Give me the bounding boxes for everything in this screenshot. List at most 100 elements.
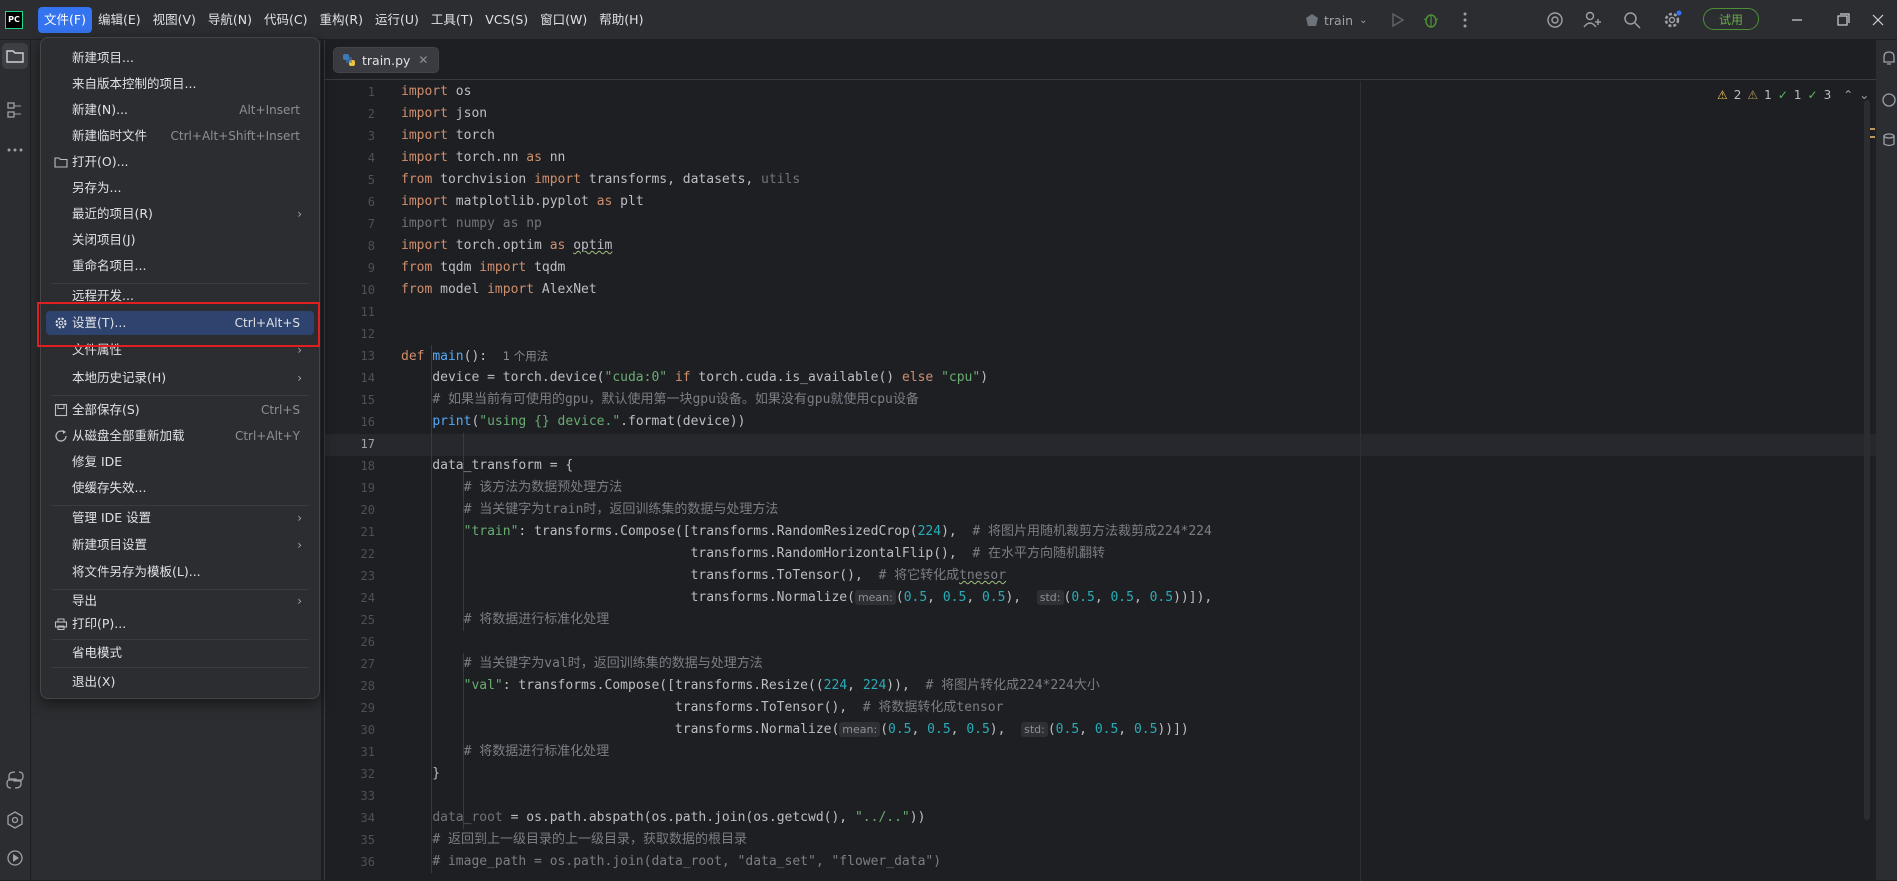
menu-window[interactable]: 窗口(W): [534, 7, 593, 33]
chevron-right-icon: ›: [297, 371, 302, 385]
ai-chat-icon[interactable]: [1881, 92, 1897, 108]
editor-scrollbar[interactable]: [1864, 100, 1870, 820]
menu-item-recent-projects[interactable]: 最近的项目(R) ›: [46, 202, 314, 226]
code-line: # 当关键字为train时，返回训练集的数据与处理方法: [463, 502, 779, 517]
line-number: 13: [360, 349, 375, 363]
code-line: data_root = os.path.abspath(os.path.join…: [432, 810, 926, 825]
menu-file[interactable]: 文件(F): [38, 7, 92, 33]
line-number: 6: [367, 195, 375, 209]
run-icon[interactable]: [1387, 10, 1407, 30]
line-number: 18: [360, 459, 375, 473]
structure-icon[interactable]: [5, 100, 25, 120]
menu-vcs[interactable]: VCS(S): [479, 7, 534, 33]
code-line: transforms.ToTensor(), # 将它转化成tnesor: [401, 568, 1007, 583]
services-icon[interactable]: [5, 810, 25, 830]
restore-icon[interactable]: [1833, 10, 1853, 30]
project-folder-icon[interactable]: [5, 46, 25, 66]
code-line: import torch: [401, 128, 495, 143]
notifications-bell-icon[interactable]: [1881, 50, 1897, 66]
tab-close-icon[interactable]: ✕: [418, 53, 428, 67]
menu-item-reload-from-disk[interactable]: 从磁盘全部重新加载 Ctrl+Alt+Y: [46, 424, 314, 448]
menu-item-open[interactable]: 打开(O)...: [46, 150, 314, 174]
search-icon[interactable]: [1622, 10, 1642, 30]
line-number: 21: [360, 525, 375, 539]
menu-item-save-all[interactable]: 全部保存(S) Ctrl+S: [46, 398, 314, 422]
menu-item-new-scratch-file[interactable]: 新建临时文件 Ctrl+Alt+Shift+Insert: [46, 124, 314, 148]
tab-label: train.py: [362, 52, 411, 68]
code-line: import torch.nn as nn: [401, 150, 566, 165]
left-tool-strip: [0, 40, 31, 880]
line-number: 7: [367, 217, 375, 231]
menu-item-repair-ide[interactable]: 修复 IDE: [46, 450, 314, 474]
code-line: import os: [401, 84, 472, 99]
close-icon[interactable]: [1868, 10, 1888, 30]
code-line: from tqdm import tqdm: [401, 260, 566, 275]
code-editor[interactable]: import os import json import torch impor…: [401, 81, 1861, 881]
line-number: 17: [360, 437, 375, 451]
pycharm-logo-icon[interactable]: PC: [5, 11, 23, 29]
tab-train-py[interactable]: train.py ✕: [333, 47, 439, 73]
menu-tools[interactable]: 工具(T): [425, 7, 479, 33]
printer-icon: [54, 618, 68, 630]
line-number: 22: [360, 547, 375, 561]
menu-item-new-project[interactable]: 新建项目...: [46, 46, 314, 70]
menu-navigate[interactable]: 导航(N): [202, 7, 258, 33]
run-config-label: train: [1324, 12, 1354, 28]
database-icon[interactable]: [1881, 132, 1897, 148]
menu-view[interactable]: 视图(V): [147, 7, 202, 33]
ai-assistant-icon[interactable]: [1545, 10, 1565, 30]
menu-run[interactable]: 运行(U): [369, 7, 425, 33]
code-line: import matplotlib.pyplot as plt: [401, 194, 644, 209]
menu-item-print[interactable]: 打印(P)...: [46, 612, 314, 636]
gear-icon[interactable]: [1662, 10, 1682, 30]
line-number: 28: [360, 679, 375, 693]
line-number-gutter: 1 2 3 4 5 6 7 8 9 10 11 12 13 14 15 16 17 18 19 20 21 22 23 24 2…: [325, 81, 383, 881]
menu-item-export[interactable]: 导出 ›: [46, 589, 314, 613]
menu-item-save-as[interactable]: 另存为...: [46, 176, 314, 200]
line-number: 15: [360, 393, 375, 407]
run-config-selector[interactable]: train ⌄: [1305, 10, 1368, 30]
menu-code[interactable]: 代码(C): [258, 7, 313, 33]
line-number: 14: [360, 371, 375, 385]
menu-item-new-projects-setup[interactable]: 新建项目设置 ›: [46, 533, 314, 557]
menu-item-manage-ide-settings[interactable]: 管理 IDE 设置 ›: [46, 506, 314, 530]
menu-item-rename-project[interactable]: 重命名项目...: [46, 254, 314, 278]
menu-item-close-project[interactable]: 关闭项目(J): [46, 228, 314, 252]
menu-edit[interactable]: 编辑(E): [92, 7, 147, 33]
folder-icon: [54, 157, 68, 168]
menu-help[interactable]: 帮助(H): [593, 7, 649, 33]
menu-item-local-history[interactable]: 本地历史记录(H) ›: [46, 366, 314, 390]
menu-item-save-as-template[interactable]: 将文件另存为模板(L)...: [46, 560, 314, 584]
debug-icon[interactable]: [1421, 10, 1441, 30]
line-number: 9: [367, 261, 375, 275]
code-line: from model import AlexNet: [401, 282, 597, 297]
menu-item-exit[interactable]: 退出(X): [46, 670, 314, 694]
menu-item-project-from-vcs[interactable]: 来自版本控制的项目...: [46, 72, 314, 96]
code-line: "train": transforms.Compose([transforms.…: [463, 524, 1212, 539]
line-number: 23: [360, 569, 375, 583]
menu-refactor[interactable]: 重构(R): [314, 7, 369, 33]
more-tools-icon[interactable]: [5, 140, 25, 160]
title-bar: PC 文件(F) 编辑(E) 视图(V) 导航(N) 代码(C) 重构(R) 运…: [0, 0, 1897, 40]
usage-hint[interactable]: 1 个用法: [503, 349, 548, 363]
menu-item-power-save-mode[interactable]: 省电模式: [46, 641, 314, 665]
menu-item-new[interactable]: 新建(N)... Alt+Insert: [46, 98, 314, 122]
line-number: 11: [360, 305, 375, 319]
annotation-highlight-box: [37, 302, 320, 347]
trial-button[interactable]: 试用: [1703, 8, 1759, 30]
line-number: 19: [360, 481, 375, 495]
line-number: 26: [360, 635, 375, 649]
python-console-icon[interactable]: [5, 770, 25, 790]
more-actions-icon[interactable]: [1455, 10, 1475, 30]
line-number: 24: [360, 591, 375, 605]
menu-item-invalidate-caches[interactable]: 使缓存失效...: [46, 476, 314, 500]
chevron-right-icon: ›: [297, 207, 302, 221]
editor-area: train.py ✕ ⚠ 2 ⚠ 1 ✓ 1 ✓ 3 ⌃ ⌄ 1 2 3 4 5 6 7 8 9 10 11…: [324, 40, 1876, 881]
menu-separator: [51, 667, 309, 668]
chevron-right-icon: ›: [297, 538, 302, 552]
add-user-icon[interactable]: [1582, 10, 1602, 30]
minimize-icon[interactable]: [1787, 10, 1807, 30]
python-file-icon: [343, 54, 355, 66]
code-line: # 将数据进行标准化处理: [463, 744, 610, 759]
run-tool-icon[interactable]: [5, 848, 25, 868]
